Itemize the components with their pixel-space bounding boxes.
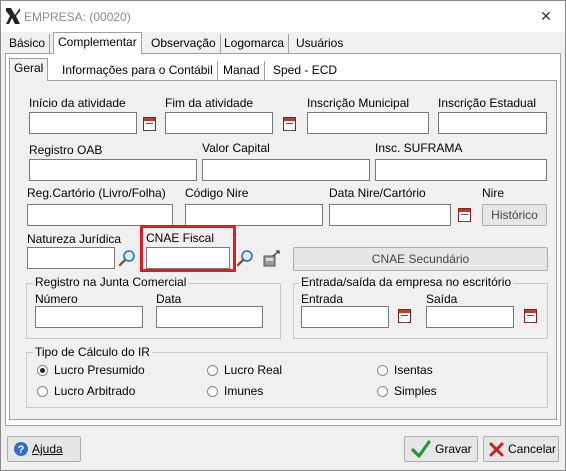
entrada-saida-title: Entrada/saída da empresa no escritório xyxy=(299,275,514,289)
isentas-label[interactable]: Isentas xyxy=(394,363,433,377)
inscricao-estadual-field[interactable] xyxy=(438,112,547,134)
numero-label: Número xyxy=(35,292,78,306)
inscricao-municipal-field[interactable] xyxy=(307,112,429,134)
junta-comercial-title: Registro na Junta Comercial xyxy=(33,275,189,289)
tab-basico[interactable]: Básico xyxy=(5,34,51,54)
codigo-nire-field[interactable] xyxy=(185,204,323,226)
entrada-field[interactable] xyxy=(301,306,389,328)
historico-button[interactable]: Histórico xyxy=(482,204,547,226)
cnae-fiscal-highlight xyxy=(140,225,236,272)
nire-label: Nire xyxy=(482,186,505,200)
numero-field[interactable] xyxy=(35,306,143,328)
lucro-presumido-label[interactable]: Lucro Presumido xyxy=(54,363,145,377)
cancelar-label: Cancelar xyxy=(508,442,557,456)
registro-oab-label: Registro OAB xyxy=(29,143,103,157)
tab-manad[interactable]: Manad xyxy=(219,61,265,81)
check-icon xyxy=(411,440,431,458)
imunes-label[interactable]: Imunes xyxy=(224,384,263,398)
svg-text:?: ? xyxy=(18,444,25,456)
inscricao-estadual-label: Inscrição Estadual xyxy=(438,96,537,110)
ajuda-label: Ajuda xyxy=(32,442,63,456)
lucro-real-label[interactable]: Lucro Real xyxy=(224,363,282,377)
calendar-icon[interactable] xyxy=(143,117,156,131)
isentas-radio[interactable] xyxy=(377,365,388,376)
cancelar-button[interactable]: Cancelar xyxy=(483,436,559,462)
lucro-real-radio[interactable] xyxy=(207,365,218,376)
search-icon[interactable] xyxy=(236,249,254,267)
calendar-icon[interactable] xyxy=(398,309,411,323)
simples-radio[interactable] xyxy=(377,386,388,397)
window-title: EMPRESA: (00020) xyxy=(24,10,131,24)
title-bar: EMPRESA: (00020) ✕ xyxy=(1,1,565,32)
gravar-button[interactable]: Gravar xyxy=(404,436,478,462)
tab-logomarca[interactable]: Logomarca xyxy=(220,34,290,54)
data-nire-label: Data Nire/Cartório xyxy=(329,186,426,200)
tipo-calculo-ir-group xyxy=(26,352,548,408)
gravar-label: Gravar xyxy=(435,442,472,456)
search-icon[interactable] xyxy=(118,249,136,267)
tipo-calculo-ir-title: Tipo de Cálculo do IR xyxy=(33,345,152,359)
tab-observacao[interactable]: Observação xyxy=(147,34,221,54)
tab-complementar[interactable]: Complementar xyxy=(53,32,142,54)
valor-capital-label: Valor Capital xyxy=(202,141,270,155)
help-icon: ? xyxy=(14,442,28,456)
reg-cartorio-field[interactable] xyxy=(27,204,173,226)
tab-sped-ecd[interactable]: Sped - ECD xyxy=(269,61,341,81)
tab-informacoes-contabil[interactable]: Informações para o Contábil xyxy=(58,61,218,81)
cancel-x-icon xyxy=(489,442,504,457)
cnae-secundario-button[interactable]: CNAE Secundário xyxy=(293,247,548,271)
lucro-arbitrado-radio[interactable] xyxy=(37,386,48,397)
codigo-nire-label: Código Nire xyxy=(185,186,249,200)
fim-atividade-field[interactable] xyxy=(165,112,273,134)
inscricao-municipal-label: Inscrição Municipal xyxy=(307,96,410,110)
tab-geral[interactable]: Geral xyxy=(9,58,49,81)
calendar-icon[interactable] xyxy=(283,117,296,131)
inicio-atividade-field[interactable] xyxy=(29,112,137,134)
bottom-bar xyxy=(1,429,565,470)
fim-atividade-label: Fim da atividade xyxy=(165,96,254,110)
imunes-radio[interactable] xyxy=(207,386,218,397)
lucro-arbitrado-label[interactable]: Lucro Arbitrado xyxy=(54,384,135,398)
ajuda-button[interactable]: ? Ajuda xyxy=(7,436,81,462)
entrada-label: Entrada xyxy=(301,292,344,306)
saida-field[interactable] xyxy=(426,306,514,328)
calendar-icon[interactable] xyxy=(524,309,537,323)
insc-suframa-label: Insc. SUFRAMA xyxy=(375,141,463,155)
tab-usuarios[interactable]: Usuários xyxy=(292,34,347,54)
data-nire-field[interactable] xyxy=(329,204,451,226)
natureza-juridica-field[interactable] xyxy=(27,247,115,269)
lucro-presumido-radio[interactable] xyxy=(37,365,48,376)
app-logo-icon xyxy=(6,8,20,24)
registro-oab-field[interactable] xyxy=(29,159,197,181)
natureza-juridica-label: Natureza Jurídica xyxy=(27,232,122,246)
empresa-window: EMPRESA: (00020) ✕ Básico Complementar O… xyxy=(0,0,566,471)
inicio-atividade-label: Início da atividade xyxy=(29,96,126,110)
data-label: Data xyxy=(156,292,182,306)
valor-capital-field[interactable] xyxy=(202,159,370,181)
reg-cartorio-label: Reg.Cartório (Livro/Folha) xyxy=(27,186,166,200)
export-icon[interactable] xyxy=(263,250,281,268)
simples-label[interactable]: Simples xyxy=(394,384,437,398)
insc-suframa-field[interactable] xyxy=(375,159,547,181)
calendar-icon[interactable] xyxy=(458,208,471,222)
data-field[interactable] xyxy=(156,306,263,328)
saida-label: Saída xyxy=(426,292,458,306)
close-icon[interactable]: ✕ xyxy=(537,7,555,25)
